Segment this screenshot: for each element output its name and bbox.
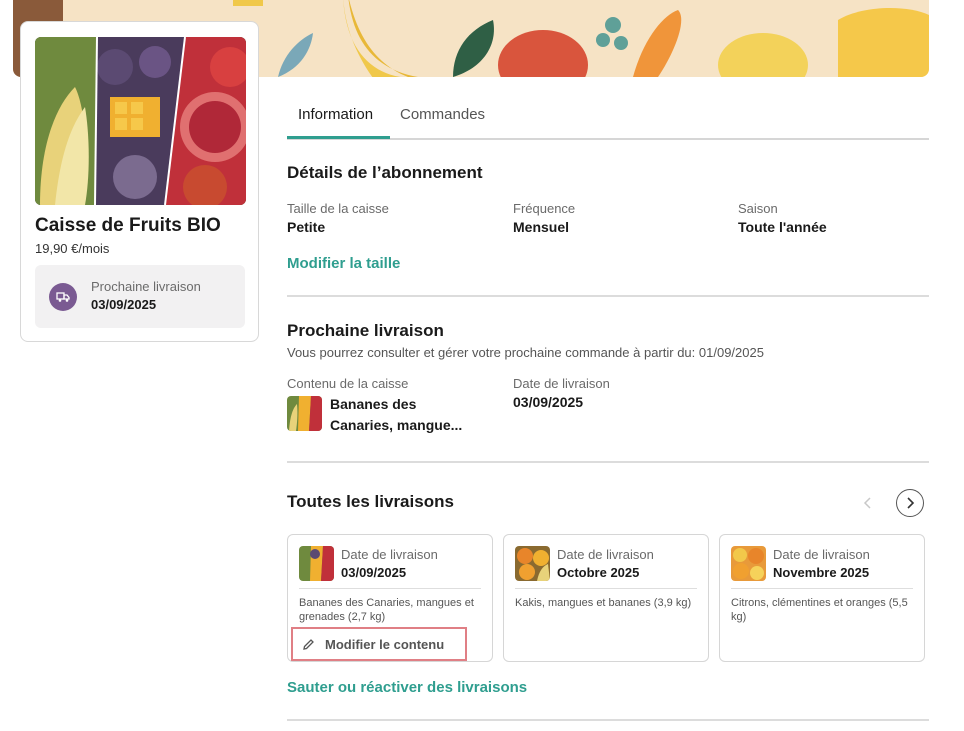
box-content-line1: Bananes des <box>330 396 417 412</box>
next-delivery-heading: Prochaine livraison <box>287 321 444 340</box>
card-divider <box>299 588 481 589</box>
next-delivery-label: Prochaine livraison <box>91 279 201 294</box>
product-title: Caisse de Fruits BIO <box>35 215 221 236</box>
delivery-thumbnail <box>515 546 550 581</box>
active-tab-indicator <box>287 136 390 139</box>
chevron-left-icon <box>863 497 871 509</box>
all-deliveries-heading: Toutes les livraisons <box>287 492 454 511</box>
delivery-thumbnail <box>731 546 766 581</box>
delivery-date-label: Date de livraison <box>513 376 610 391</box>
delivery-description: Citrons, clémentines et oranges (5,5 kg) <box>731 597 908 623</box>
box-content-label: Contenu de la caisse <box>287 376 409 391</box>
season-value: Toute l'année <box>738 219 827 235</box>
delivery-card[interactable]: Date de livraison Octobre 2025 Kakis, ma… <box>503 534 709 662</box>
frequency-label: Fréquence <box>513 201 576 216</box>
delivery-date: 03/09/2025 <box>341 565 407 580</box>
delivery-card[interactable]: Date de livraison 03/09/2025 Bananes des… <box>287 534 493 662</box>
next-delivery-note: Vous pourrez consulter et gérer votre pr… <box>287 345 764 360</box>
frequency-value: Mensuel <box>513 219 570 235</box>
skip-deliveries-link[interactable]: Sauter ou réactiver des livraisons <box>287 679 527 696</box>
tab-commandes[interactable]: Commandes <box>400 106 485 123</box>
subscription-heading: Détails de l’abonnement <box>287 163 483 182</box>
box-content-thumbnail <box>287 396 322 431</box>
box-content-line2: Canaries, mangue... <box>330 417 463 433</box>
modify-content-label: Modifier le contenu <box>325 636 445 652</box>
carousel-next-button[interactable] <box>896 489 924 517</box>
delivery-thumbnail <box>299 546 334 581</box>
section-divider <box>287 295 929 297</box>
delivery-date-label: Date de livraison <box>341 547 438 562</box>
card-divider <box>731 588 913 589</box>
delivery-description: Bananes des Canaries, mangues et grenade… <box>299 597 474 623</box>
tab-information[interactable]: Information <box>298 106 373 123</box>
pencil-icon <box>303 638 314 650</box>
section-divider <box>287 719 929 721</box>
next-delivery-date: 03/09/2025 <box>91 297 157 312</box>
delivery-description: Kakis, mangues et bananes (3,9 kg) <box>515 597 692 609</box>
delivery-date: Octobre 2025 <box>557 565 640 580</box>
modify-size-link[interactable]: Modifier la taille <box>287 255 400 272</box>
delivery-date-label: Date de livraison <box>557 547 654 562</box>
box-content-value[interactable]: Bananes des Canaries, mangue... <box>330 394 462 436</box>
season-label: Saison <box>738 201 778 216</box>
tab-bar: Information Commandes <box>287 96 929 140</box>
delivery-card[interactable]: Date de livraison Novembre 2025 Citrons,… <box>719 534 925 662</box>
card-divider <box>515 588 697 589</box>
next-delivery-box: Prochaine livraison 03/09/2025 <box>35 265 245 328</box>
truck-icon <box>49 283 77 311</box>
product-image <box>35 37 246 205</box>
chevron-right-icon <box>907 497 915 509</box>
box-size-value: Petite <box>287 219 326 235</box>
box-size-label: Taille de la caisse <box>287 201 389 216</box>
product-price: 19,90 €/mois <box>35 241 110 256</box>
delivery-date-value: 03/09/2025 <box>513 394 584 410</box>
carousel-prev-button[interactable] <box>854 489 882 517</box>
product-card: Caisse de Fruits BIO 19,90 €/mois Procha… <box>20 21 259 342</box>
delivery-date-label: Date de livraison <box>773 547 870 562</box>
delivery-date: Novembre 2025 <box>773 565 870 580</box>
section-divider <box>287 461 929 463</box>
modify-content-button[interactable]: Modifier le contenu <box>291 627 467 661</box>
